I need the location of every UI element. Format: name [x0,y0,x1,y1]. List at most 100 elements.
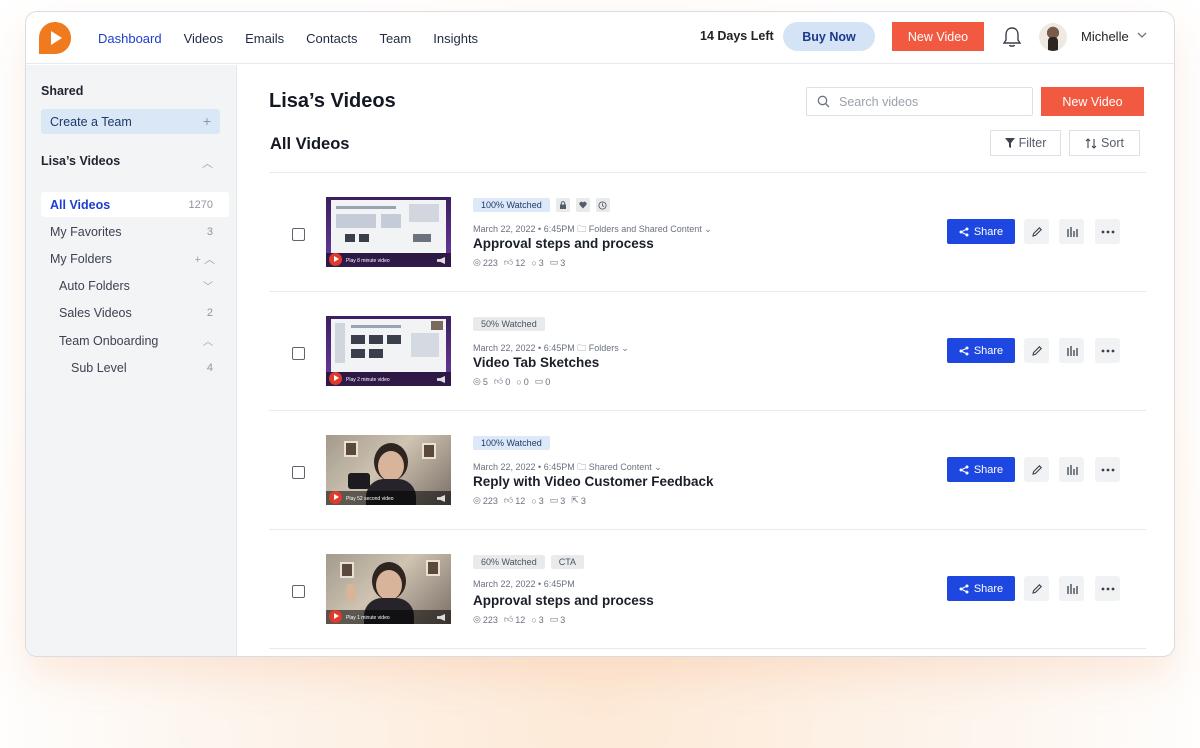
watched-badge: 60% Watched [473,555,545,569]
sidebar-item-auto-folders[interactable]: Auto Folders ﹀ [41,273,229,298]
top-nav: Dashboard Videos Emails Contacts Team In… [26,12,1174,64]
analytics-button[interactable] [1059,338,1084,363]
user-avatar[interactable] [1039,23,1067,51]
sidebar-item-label: All Videos [50,197,111,212]
chevron-up-icon[interactable]: ︿ [202,155,213,171]
ellipsis-icon [1101,230,1114,233]
edit-button[interactable] [1024,576,1049,601]
video-thumbnail[interactable]: Play 1 minute video [326,554,451,624]
edit-button[interactable] [1024,219,1049,244]
sidebar-item-all-videos[interactable]: All Videos 1270 [41,192,229,217]
share-button[interactable]: Share [947,219,1015,244]
heart-icon [575,198,590,212]
video-title[interactable]: Approval steps and process [473,593,654,608]
nav-emails[interactable]: Emails [245,31,284,46]
buy-now-button[interactable]: Buy Now [783,22,875,51]
edit-button[interactable] [1024,457,1049,482]
app-window: Dashboard Videos Emails Contacts Team In… [25,11,1175,657]
pencil-icon [1031,464,1042,475]
plus-chevron-up-icon[interactable]: + ︿ [195,251,215,267]
logo-icon[interactable] [38,21,72,55]
analytics-button[interactable] [1059,457,1084,482]
video-row[interactable]: Play 52 second video 100% Watched March … [269,410,1146,529]
ellipsis-icon [1101,349,1114,352]
new-video-button[interactable]: New Video [1041,87,1144,116]
chevron-up-icon[interactable]: ︿ [203,333,213,348]
more-options-button[interactable] [1095,457,1120,482]
replies-stat: ▭ 0 [534,376,551,387]
filter-label: Filter [1018,136,1047,150]
filter-icon [1004,138,1015,148]
nav-insights[interactable]: Insights [433,31,478,46]
more-options-button[interactable] [1095,219,1120,244]
edit-button[interactable] [1024,338,1049,363]
shared-heading: Shared [41,84,84,98]
search-icon [817,95,830,108]
play-icon[interactable] [329,610,342,623]
trial-days-left: 14 Days Left [700,29,774,43]
filter-button[interactable]: Filter [990,130,1061,156]
sort-button[interactable]: Sort [1069,130,1140,156]
create-team-button[interactable]: Create a Team + [41,109,220,134]
watched-badge: 50% Watched [473,317,545,331]
share-label: Share [973,344,1004,357]
views-stat: ◎ 5 [473,376,488,387]
sidebar-item-sub-level[interactable]: Sub Level 4 [41,355,229,380]
video-thumbnail[interactable]: Play 2 minute video [326,316,451,386]
play-icon[interactable] [329,253,342,266]
pencil-icon [1031,345,1042,356]
sidebar-item-sales-videos[interactable]: Sales Videos 2 [41,300,229,325]
nav-videos[interactable]: Videos [184,31,224,46]
replies-stat: ▭ 3 [549,257,566,268]
play-icon[interactable] [329,372,342,385]
thumbnail-caption: Play 2 minute video [346,377,390,383]
thumbnail-caption: Play 1 minute video [346,615,390,621]
pencil-icon [1031,583,1042,594]
share-button[interactable]: Share [947,576,1015,601]
video-row[interactable]: Play 8 minute video 100% Watched March 2… [269,172,1146,291]
chevron-down-icon[interactable] [1136,29,1148,41]
replies-stat: ▭ 3 [549,495,566,506]
play-icon[interactable] [329,491,342,504]
sidebar-item-team-onboarding[interactable]: Team Onboarding ︿ [41,328,229,353]
video-tags: 100% Watched [473,436,550,450]
row-checkbox[interactable] [292,228,305,241]
video-thumbnail[interactable]: Play 52 second video [326,435,451,505]
new-video-button-top[interactable]: New Video [892,22,984,51]
share-button[interactable]: Share [947,457,1015,482]
user-name[interactable]: Michelle [1081,29,1129,44]
row-checkbox[interactable] [292,585,305,598]
video-title[interactable]: Approval steps and process [473,236,654,251]
row-checkbox[interactable] [292,347,305,360]
video-row[interactable]: Play 2 minute video 50% Watched March 22… [269,291,1146,410]
video-row[interactable]: Play 1 minute video 60% Watched CTA Marc… [269,529,1146,648]
likes-stat: 👍︎ 12 [503,614,526,625]
analytics-button[interactable] [1059,219,1084,244]
bell-icon[interactable] [1002,26,1022,48]
sidebar-item-count: 3 [206,225,213,238]
sidebar-item-my-favorites[interactable]: My Favorites 3 [41,219,229,244]
share-button[interactable]: Share [947,338,1015,363]
chevron-down-icon[interactable]: ﹀ [203,278,213,293]
share-label: Share [973,225,1004,238]
more-options-button[interactable] [1095,576,1120,601]
video-title[interactable]: Reply with Video Customer Feedback [473,474,714,489]
nav-dashboard[interactable]: Dashboard [98,31,162,46]
video-meta[interactable]: March 22, 2022 • 6:45PM [473,579,575,589]
sidebar-item-label: Team Onboarding [59,333,159,348]
plus-icon: + [202,113,211,129]
sidebar-item-label: Auto Folders [59,278,130,293]
sidebar-item-count: 2 [206,306,213,319]
search-input[interactable]: Search videos [806,87,1033,116]
row-checkbox[interactable] [292,466,305,479]
comments-stat: ○ 3 [531,495,544,506]
sidebar-item-my-folders[interactable]: My Folders + ︿ [41,246,229,271]
more-options-button[interactable] [1095,338,1120,363]
video-thumbnail[interactable]: Play 8 minute video [326,197,451,267]
views-stat: ◎ 223 [473,257,498,268]
nav-team[interactable]: Team [379,31,411,46]
likes-stat: 👍︎ 12 [503,257,526,268]
video-title[interactable]: Video Tab Sketches [473,355,599,370]
nav-contacts[interactable]: Contacts [306,31,357,46]
analytics-button[interactable] [1059,576,1084,601]
